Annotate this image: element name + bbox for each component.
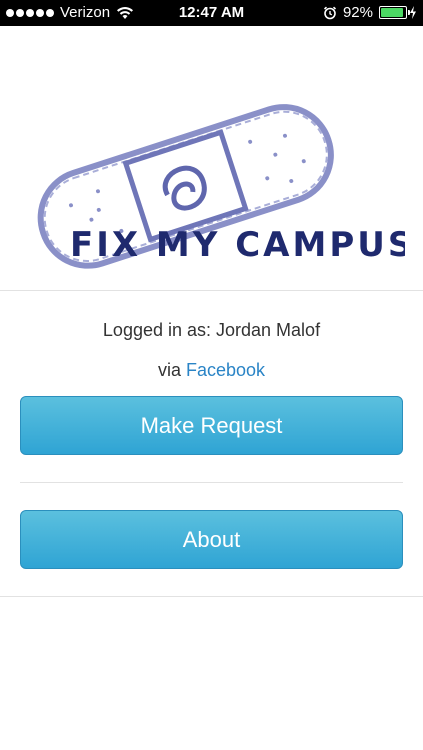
battery-fill xyxy=(381,8,404,17)
login-provider-line: via Facebook xyxy=(0,360,423,381)
about-button[interactable]: About xyxy=(20,510,403,569)
divider xyxy=(0,290,423,291)
battery-percent: 92% xyxy=(342,4,373,21)
status-bar: Verizon 12:47 AM 92% xyxy=(0,0,423,26)
logged-in-label: Logged in as: Jordan Malof xyxy=(102,320,321,340)
make-request-button[interactable]: Make Request xyxy=(20,396,403,455)
logo-wordmark: FIX MY CAMPUS xyxy=(70,225,405,265)
bandage-logo-image: FIX MY CAMPUS xyxy=(37,104,405,269)
alarm-clock-icon xyxy=(323,6,337,19)
via-prefix: via xyxy=(157,360,181,380)
app-logo: FIX MY CAMPUS xyxy=(0,26,423,290)
battery-icon xyxy=(379,6,410,19)
divider xyxy=(20,482,403,483)
status-right: 92% xyxy=(323,4,417,21)
charging-bolt-icon xyxy=(410,6,416,19)
facebook-link[interactable]: Facebook xyxy=(186,360,265,380)
divider xyxy=(0,596,423,597)
